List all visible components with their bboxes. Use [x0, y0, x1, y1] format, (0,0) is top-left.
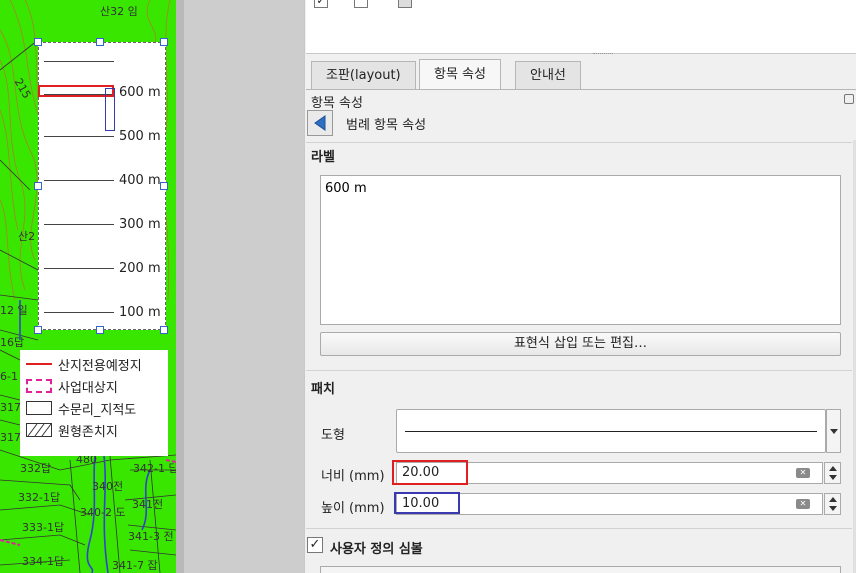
scale-line	[44, 61, 114, 62]
resize-handle[interactable]	[34, 38, 42, 46]
resize-handle[interactable]	[34, 182, 42, 190]
resize-handle[interactable]	[160, 38, 168, 46]
label-text-area[interactable]: 600 m	[320, 175, 841, 325]
tab-layout[interactable]: 조판(layout)	[311, 61, 416, 89]
insert-expression-button[interactable]: 표현식 삽입 또는 편집…	[320, 332, 841, 356]
item-checkbox[interactable]	[354, 0, 368, 8]
divider	[306, 142, 852, 143]
scale-line	[44, 180, 114, 181]
canvas-background	[176, 0, 304, 573]
clear-icon[interactable]: ✕	[796, 499, 810, 509]
scale-label: 400 m	[119, 173, 161, 188]
width-label: 너비 (mm)	[321, 469, 385, 484]
arrow-up-icon	[829, 466, 837, 471]
map-label: 산32 임	[100, 5, 138, 18]
back-button[interactable]	[307, 110, 333, 136]
map-label: 341-7 잡	[112, 559, 158, 572]
height-input[interactable]: 10.00	[396, 493, 823, 515]
tab-item-properties[interactable]: 항목 속성	[419, 59, 501, 90]
white-rect-icon	[26, 401, 52, 415]
resize-handle[interactable]	[96, 326, 104, 334]
map-label: 332-1답	[18, 491, 61, 504]
highlight-red-box	[38, 85, 114, 97]
shape-selector[interactable]	[396, 409, 826, 453]
line-shape-preview	[405, 431, 817, 432]
legend-item: 원형존치지	[26, 420, 118, 440]
label-section-heading: 라벨	[311, 150, 335, 165]
height-spinner[interactable]	[824, 493, 841, 515]
map-label: 산2	[18, 230, 36, 243]
map-label: 342-1 답	[133, 462, 176, 475]
chevron-down-icon	[830, 429, 838, 434]
resize-handle[interactable]	[160, 326, 168, 334]
shape-dropdown-button[interactable]	[826, 409, 841, 453]
custom-symbol-label: 사용자 정의 심볼	[330, 542, 423, 557]
resize-grip[interactable]	[593, 53, 613, 56]
item-properties-panel: ✓ 조판(layout) 항목 속성 안내선 항목 속성 범례 항목 속성 라벨…	[304, 0, 856, 573]
map-label: 6-1	[0, 370, 18, 383]
tab-guides[interactable]: 안내선	[515, 61, 581, 89]
custom-symbol-checkbox[interactable]: ✓	[307, 537, 323, 553]
scale-line	[44, 268, 114, 269]
map-label: 317	[0, 401, 21, 414]
map-label: 340-2 도	[80, 506, 126, 519]
arrow-up-icon	[829, 497, 837, 502]
legend-item: 사업대상지	[26, 376, 118, 396]
resize-handle[interactable]	[34, 326, 42, 334]
pink-dashed-rect-icon	[26, 379, 52, 393]
map-label: 341-3 전	[128, 530, 174, 543]
shape-label: 도형	[321, 428, 345, 443]
tab-divider	[306, 89, 856, 90]
undock-icon[interactable]	[844, 94, 854, 104]
splitter[interactable]	[176, 0, 184, 573]
map-canvas[interactable]: 산32 임 215 산2 12 일 16답 6-1 317 317 480 33…	[0, 0, 176, 573]
resize-handle[interactable]	[96, 38, 104, 46]
back-arrow-icon	[314, 115, 326, 131]
scale-line	[44, 312, 114, 313]
map-label: 333-1답	[22, 521, 65, 534]
map-label: 12 일	[0, 304, 28, 317]
height-label: 높이 (mm)	[321, 501, 385, 516]
divider	[306, 528, 852, 529]
map-label: 317	[0, 431, 21, 444]
legend-items-list[interactable]: ✓	[306, 0, 856, 54]
highlight-blue-box	[394, 492, 460, 514]
map-label: 332답	[20, 462, 52, 475]
width-spinner[interactable]	[824, 462, 841, 484]
item-checkbox[interactable]: ✓	[314, 0, 328, 8]
scale-label: 300 m	[119, 217, 161, 232]
highlight-red-box	[392, 460, 468, 485]
legend-item-properties-label: 범례 항목 속성	[346, 118, 427, 133]
app-window: 산32 임 215 산2 12 일 16답 6-1 317 317 480 33…	[0, 0, 856, 573]
map-label: 340전	[92, 480, 124, 493]
properties-title: 항목 속성	[311, 96, 363, 111]
arrow-down-icon	[829, 506, 837, 511]
scale-line	[44, 136, 114, 137]
clear-icon[interactable]: ✕	[796, 468, 810, 478]
highlight-blue-box	[105, 88, 115, 131]
patch-section-heading: 패치	[311, 382, 335, 397]
hatched-rect-icon	[26, 423, 52, 437]
scale-line	[44, 224, 114, 225]
red-line-icon	[26, 357, 52, 371]
symbol-selector[interactable]	[320, 566, 841, 573]
item-icon	[398, 0, 412, 8]
legend-item: 수문리_지적도	[26, 398, 136, 418]
map-label: 16답	[0, 336, 25, 349]
scale-label: 600 m	[119, 85, 161, 100]
divider	[306, 370, 852, 371]
arrow-down-icon	[829, 475, 837, 480]
map-label: 334-1답	[22, 555, 65, 568]
resize-handle[interactable]	[160, 182, 168, 190]
scale-label: 200 m	[119, 261, 161, 276]
scale-label: 500 m	[119, 129, 161, 144]
legend-item: 산지전용예정지	[26, 354, 142, 374]
scale-label: 100 m	[119, 305, 161, 320]
map-legend[interactable]: 산지전용예정지 사업대상지 수문리_지적도 원형존치지	[20, 350, 168, 456]
map-label: 341전	[132, 498, 164, 511]
